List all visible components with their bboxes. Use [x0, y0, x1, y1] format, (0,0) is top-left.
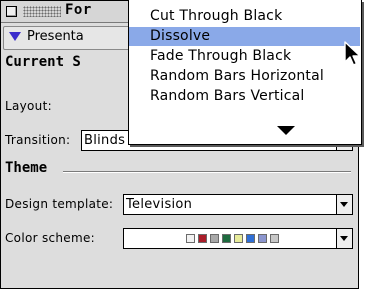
transition-popup-menu: Cut Through Black Dissolve Fade Through … [128, 0, 362, 145]
transition-label: Transition: [5, 133, 71, 147]
menu-item-dissolve[interactable]: Dissolve [129, 27, 360, 46]
current-slide-heading: Current S [5, 54, 81, 70]
close-box-icon[interactable] [6, 6, 17, 17]
color-swatch [198, 234, 207, 243]
color-swatch [186, 234, 195, 243]
color-scheme-dropdown[interactable] [123, 228, 353, 249]
theme-heading: Theme [5, 160, 48, 176]
section-header-label: Presenta [27, 29, 84, 44]
drag-grip-icon[interactable] [23, 6, 61, 17]
color-swatch [258, 234, 267, 243]
color-scheme-label: Color scheme: [5, 231, 95, 245]
color-swatch [270, 234, 279, 243]
menu-item-label: Fade Through Black [150, 48, 292, 64]
menu-item-fade-through-black[interactable]: Fade Through Black [129, 47, 360, 66]
chevron-down-icon [340, 236, 348, 241]
theme-heading-divider [63, 171, 351, 173]
design-template-dropdown-value: Television [126, 197, 193, 212]
color-swatch [222, 234, 231, 243]
color-scheme-dropdown-button[interactable] [336, 229, 352, 248]
menu-item-label: Random Bars Vertical [150, 88, 305, 104]
menu-item-label: Cut Through Black [150, 8, 283, 24]
layout-label: Layout: [5, 99, 52, 113]
chevron-down-icon [340, 202, 348, 207]
design-template-dropdown-button[interactable] [336, 195, 352, 214]
design-template-dropdown[interactable]: Television [123, 194, 353, 215]
menu-item-random-bars-horizontal[interactable]: Random Bars Horizontal [129, 67, 360, 86]
color-swatch [246, 234, 255, 243]
color-swatch [210, 234, 219, 243]
menu-item-label: Random Bars Horizontal [150, 68, 324, 84]
design-template-label: Design template: [5, 197, 114, 211]
screen: For Presenta Current S Layout: Transitio… [0, 0, 367, 293]
window-title: For [65, 2, 92, 18]
menu-item-random-bars-vertical[interactable]: Random Bars Vertical [129, 87, 360, 106]
disclosure-triangle-icon[interactable] [9, 32, 21, 41]
menu-item-label: Dissolve [150, 28, 211, 44]
color-swatch [234, 234, 243, 243]
menu-item-cut-through-black[interactable]: Cut Through Black [129, 7, 360, 26]
scroll-down-arrow-icon[interactable] [277, 126, 295, 135]
mouse-pointer-icon [344, 41, 361, 66]
